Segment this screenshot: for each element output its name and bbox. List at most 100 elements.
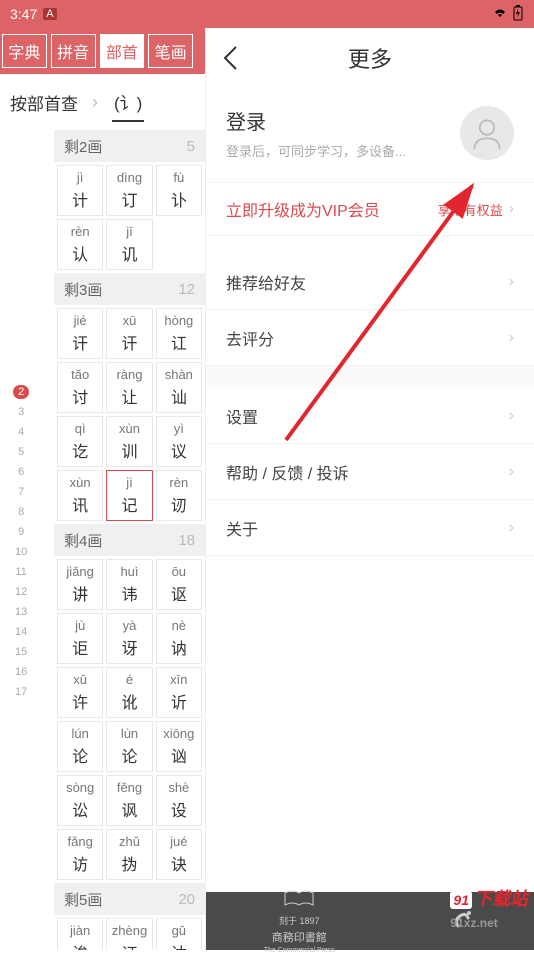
menu-item[interactable]: 关于› <box>206 500 534 556</box>
status-app-badge: A <box>43 8 56 20</box>
char-cell[interactable]: huì讳 <box>106 559 152 610</box>
watermark: 91下载站 91xz.net <box>450 885 528 932</box>
battery-icon <box>512 5 524 24</box>
char-cell[interactable]: xǔ许 <box>57 667 103 718</box>
left-pane: 字典 拼音 部首 笔画 按部首查 › (讠) 2 3 4 5 6 7 8 9 10 11 12 13 1… <box>0 28 206 950</box>
char-cell[interactable]: xīn䜣 <box>156 667 202 718</box>
wifi-icon <box>492 6 508 22</box>
group-header: 剩3画12 <box>54 273 205 305</box>
tab-radical[interactable]: 部首 <box>100 34 145 68</box>
group-header: 剩5画20 <box>54 883 205 915</box>
stroke-index-8[interactable]: 8 <box>13 505 29 519</box>
char-cell[interactable]: fěng讽 <box>106 775 152 826</box>
stroke-index-5[interactable]: 5 <box>13 445 29 459</box>
char-cell[interactable]: rèn认 <box>57 219 103 270</box>
stroke-index-4[interactable]: 4 <box>13 425 29 439</box>
stroke-index-9[interactable]: 9 <box>13 525 29 539</box>
char-cell[interactable]: qì讫 <box>57 416 103 467</box>
char-cell[interactable]: lún论 <box>57 721 103 772</box>
menu-item[interactable]: 推荐给好友› <box>206 254 534 310</box>
char-cell[interactable]: jiǎng讲 <box>57 559 103 610</box>
chevron-right-icon: › <box>509 200 514 218</box>
stroke-index-16[interactable]: 16 <box>10 665 32 679</box>
menu-list: 推荐给好友›去评分› 设置›帮助 / 反馈 / 投诉›关于› <box>206 254 534 556</box>
login-title: 登录 <box>226 106 406 135</box>
page-title: 更多 <box>206 42 534 74</box>
character-list[interactable]: 剩2画5jì计dìng订fù讣 rèn认jī讥剩3画12jié讦xū讦hòng讧 t… <box>54 130 205 950</box>
char-cell[interactable]: fù讣 <box>156 165 202 216</box>
breadcrumb-root[interactable]: 按部首查 <box>10 90 78 115</box>
char-cell[interactable]: zhǔ㧑 <box>106 829 152 880</box>
stroke-index-7[interactable]: 7 <box>13 485 29 499</box>
tab-dictionary[interactable]: 字典 <box>2 34 47 68</box>
menu-item[interactable]: 设置› <box>206 388 534 444</box>
stroke-index-12[interactable]: 12 <box>10 585 32 599</box>
chevron-right-icon: › <box>509 273 514 291</box>
stroke-index-11[interactable]: 11 <box>10 565 31 579</box>
tab-stroke[interactable]: 笔画 <box>148 34 193 68</box>
char-cell[interactable]: gǔ诂 <box>156 918 202 950</box>
person-icon <box>469 115 505 151</box>
char-cell[interactable]: jù讵 <box>57 613 103 664</box>
stroke-index-10[interactable]: 10 <box>10 545 32 559</box>
char-cell[interactable]: ōu讴 <box>156 559 202 610</box>
breadcrumb-current: (讠) <box>112 83 144 122</box>
char-cell[interactable]: hòng讧 <box>156 308 202 359</box>
stroke-index-15[interactable]: 15 <box>10 645 32 659</box>
vip-main-text: 立即升级成为VIP会员 <box>226 197 380 221</box>
right-header: 更多 <box>206 28 534 88</box>
stroke-index-3[interactable]: 3 <box>13 405 29 419</box>
char-cell[interactable]: jì记 <box>106 470 152 521</box>
group-header: 剩2画5 <box>54 130 205 162</box>
char-cell[interactable]: jì计 <box>57 165 103 216</box>
stroke-index-2[interactable]: 2 <box>13 385 29 399</box>
char-cell[interactable]: sòng讼 <box>57 775 103 826</box>
char-cell[interactable]: zhèng证 <box>106 918 152 950</box>
char-cell[interactable]: yà讶 <box>106 613 152 664</box>
char-cell[interactable]: jié讦 <box>57 308 103 359</box>
char-cell[interactable]: shàn讪 <box>156 362 202 413</box>
char-cell[interactable]: lùn论 <box>106 721 152 772</box>
tab-pinyin[interactable]: 拼音 <box>51 34 96 68</box>
status-time: 3:47 <box>10 6 37 22</box>
char-cell[interactable]: fǎng访 <box>57 829 103 880</box>
char-cell[interactable]: shè设 <box>156 775 202 826</box>
breadcrumb: 按部首查 › (讠) <box>0 74 205 130</box>
chevron-right-icon: › <box>509 329 514 347</box>
stroke-index-6[interactable]: 6 <box>13 465 29 479</box>
chevron-right-icon: › <box>509 463 514 481</box>
menu-item[interactable]: 帮助 / 反馈 / 投诉› <box>206 444 534 500</box>
char-cell[interactable]: xū讦 <box>106 308 152 359</box>
char-cell[interactable]: yì议 <box>156 416 202 467</box>
back-button[interactable] <box>206 45 254 71</box>
char-cell[interactable]: jī讥 <box>106 219 152 270</box>
char-cell[interactable]: dìng订 <box>106 165 152 216</box>
char-cell[interactable]: jué诀 <box>156 829 202 880</box>
chevron-right-icon: › <box>509 407 514 425</box>
stroke-index[interactable]: 2 3 4 5 6 7 8 9 10 11 12 13 14 15 16 17 <box>10 385 32 699</box>
char-cell[interactable]: jiàn诶 <box>57 918 103 950</box>
right-pane: 更多 登录 登录后，可同步学习，多设备... 立即升级成为VIP会员 享所有权益… <box>206 28 534 950</box>
char-cell[interactable]: rèn讱 <box>156 470 202 521</box>
login-subtitle: 登录后，可同步学习，多设备... <box>226 141 406 160</box>
char-cell[interactable]: xùn讯 <box>57 470 103 521</box>
group-header: 剩4画18 <box>54 524 205 556</box>
vip-sub-text: 享所有权益 <box>438 200 503 219</box>
stroke-index-13[interactable]: 13 <box>10 605 32 619</box>
char-cell[interactable]: xiōng讻 <box>156 721 202 772</box>
login-block[interactable]: 登录 登录后，可同步学习，多设备... <box>206 88 534 182</box>
vip-upgrade-row[interactable]: 立即升级成为VIP会员 享所有权益 › <box>206 182 534 236</box>
top-tabs: 字典 拼音 部首 笔画 <box>0 28 205 74</box>
publisher-logo: 刻于 1897 商務印書館 The Commercial Press <box>264 889 335 954</box>
char-cell[interactable]: nè讷 <box>156 613 202 664</box>
stroke-index-17[interactable]: 17 <box>10 685 32 699</box>
menu-item[interactable]: 去评分› <box>206 310 534 366</box>
char-cell[interactable]: é讹 <box>106 667 152 718</box>
stroke-index-14[interactable]: 14 <box>10 625 32 639</box>
avatar[interactable] <box>460 106 514 160</box>
char-cell[interactable]: ràng让 <box>106 362 152 413</box>
tab-more[interactable] <box>197 34 205 68</box>
char-cell[interactable]: tǎo讨 <box>57 362 103 413</box>
char-cell[interactable]: xùn训 <box>106 416 152 467</box>
status-bar: 3:47 A <box>0 0 534 28</box>
